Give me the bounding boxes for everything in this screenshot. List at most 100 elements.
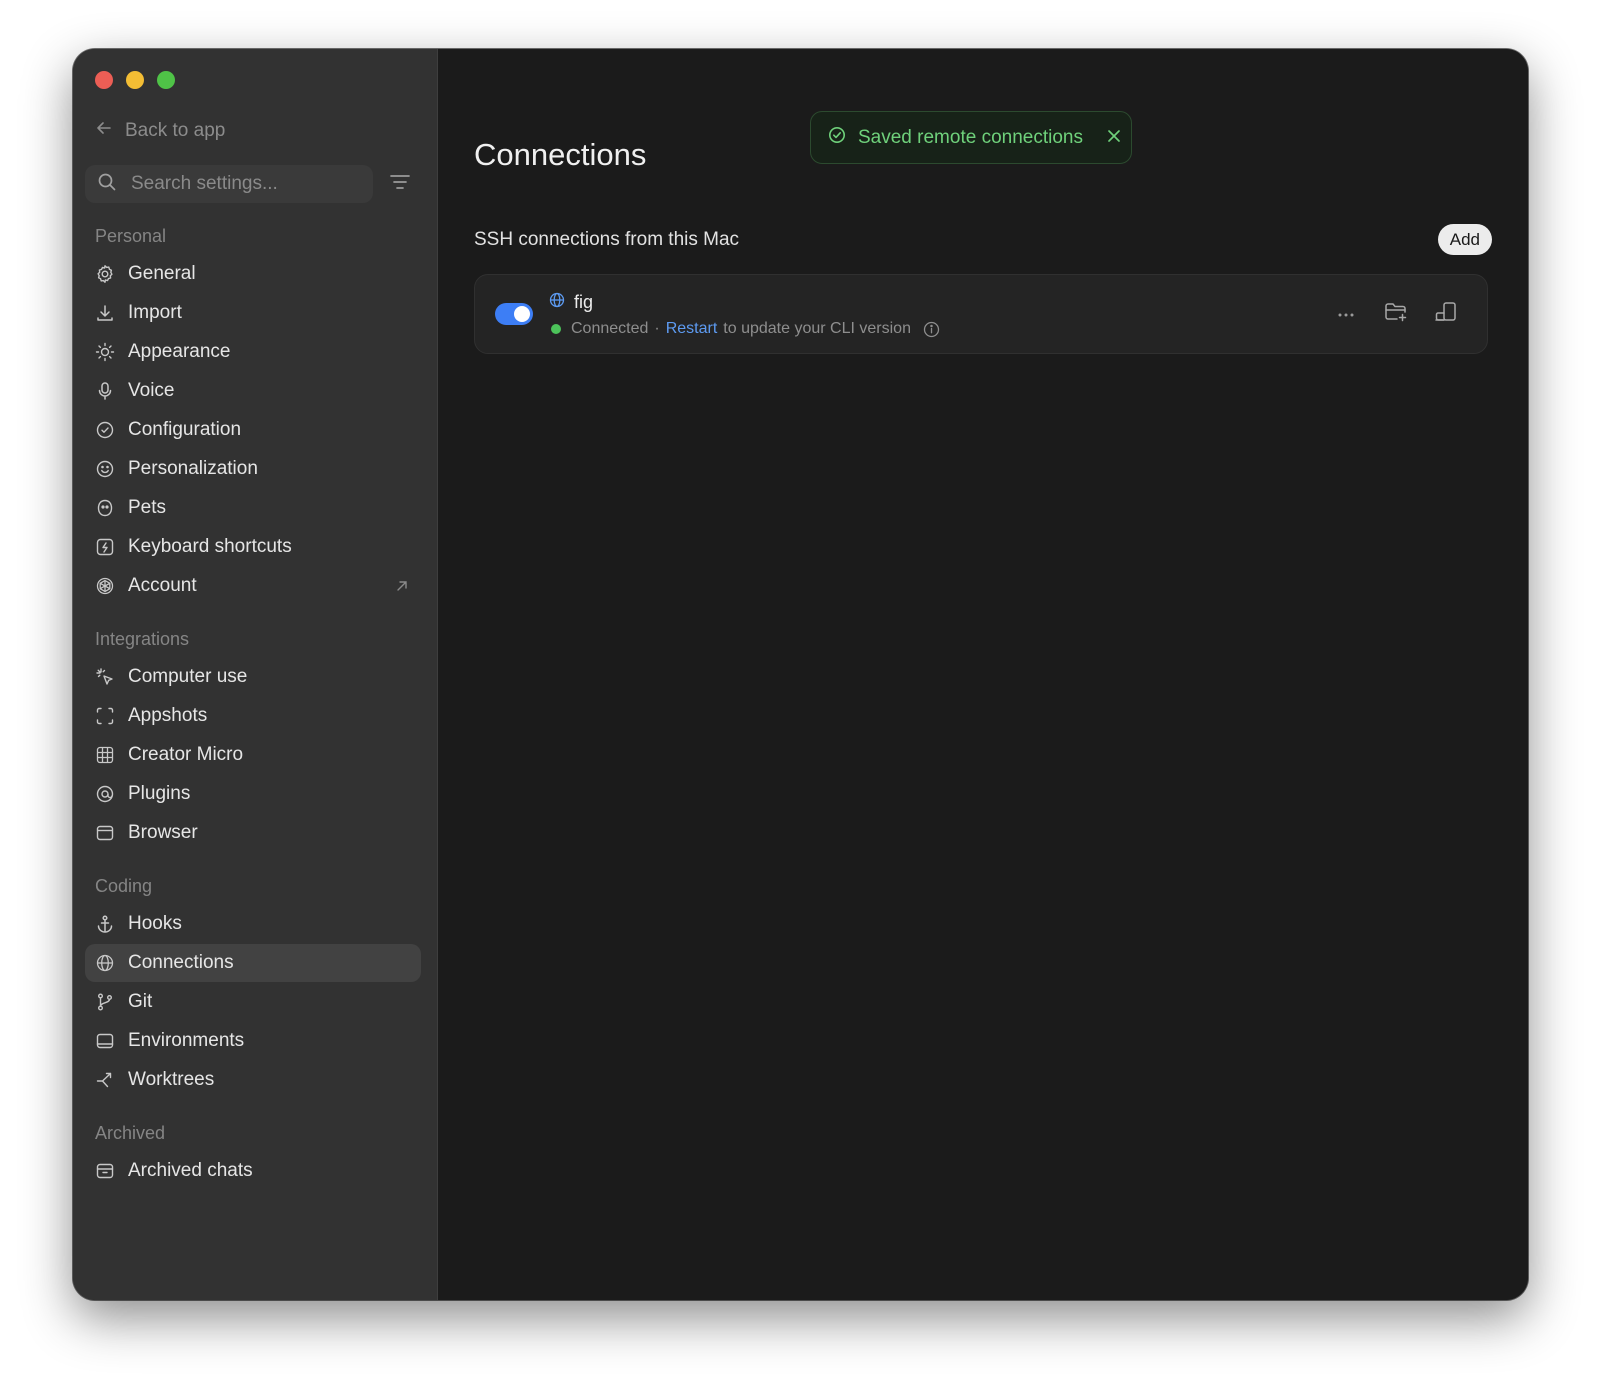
- section-title-coding: Coding: [95, 876, 153, 896]
- sidebar-item-label: Computer use: [128, 666, 248, 687]
- sidebar-item-label: Configuration: [128, 419, 242, 440]
- pet-icon: [95, 498, 115, 518]
- window-controls: [95, 71, 175, 89]
- grid-icon: [95, 745, 115, 765]
- sidebar-item-archived-chats[interactable]: Archived chats: [85, 1152, 421, 1190]
- toast-close-button[interactable]: [1107, 127, 1121, 149]
- sidebar-item-label: Voice: [128, 380, 175, 401]
- sidebar: Back to app Personal General Import Appeara…: [73, 49, 438, 1300]
- connection-status: Connected: [571, 320, 649, 337]
- add-folder-button[interactable]: [1383, 301, 1409, 327]
- connection-toggle[interactable]: [495, 303, 533, 325]
- sidebar-item-appearance[interactable]: Appearance: [85, 333, 421, 371]
- sidebar-item-label: Worktrees: [128, 1069, 215, 1090]
- sidebar-item-label: Connections: [128, 952, 234, 973]
- filter-icon: [389, 173, 411, 196]
- restart-suffix: to update your CLI version: [723, 320, 911, 337]
- sidebar-item-git[interactable]: Git: [85, 983, 421, 1021]
- filter-button[interactable]: [387, 171, 413, 197]
- more-horizontal-icon: [1336, 305, 1356, 323]
- restart-link[interactable]: Restart: [666, 320, 718, 338]
- archive-icon: [95, 1161, 115, 1181]
- sidebar-item-appshots[interactable]: Appshots: [85, 697, 421, 735]
- sidebar-item-label: Appearance: [128, 341, 231, 362]
- ssh-section-heading: SSH connections from this Mac: [474, 229, 740, 250]
- sidebar-item-hooks[interactable]: Hooks: [85, 905, 421, 943]
- status-separator: ·: [654, 320, 660, 337]
- worktree-icon: [95, 1070, 115, 1090]
- more-options-button[interactable]: [1333, 301, 1359, 327]
- sidebar-item-label: Environments: [128, 1030, 245, 1051]
- sidebar-item-environments[interactable]: Environments: [85, 1022, 421, 1060]
- account-icon: [95, 576, 115, 596]
- close-icon: [1107, 127, 1121, 149]
- external-link-icon: [395, 577, 409, 599]
- status-dot: [551, 324, 561, 334]
- browser-icon: [95, 823, 115, 843]
- keyboard-icon: [95, 537, 115, 557]
- open-panel-button[interactable]: [1433, 301, 1459, 327]
- info-icon[interactable]: [923, 321, 940, 338]
- sidebar-item-pets[interactable]: Pets: [85, 489, 421, 527]
- cursor-sparkle-icon: [95, 667, 115, 687]
- sidebar-item-label: Account: [128, 575, 197, 596]
- sidebar-item-label: Personalization: [128, 458, 258, 479]
- sidebar-item-worktrees[interactable]: Worktrees: [85, 1061, 421, 1099]
- back-to-app-link[interactable]: Back to app: [95, 119, 225, 143]
- search-input[interactable]: [129, 172, 353, 196]
- download-icon: [95, 303, 115, 323]
- plugin-icon: [95, 784, 115, 804]
- panel-device-icon: [1434, 301, 1458, 328]
- shield-icon: [95, 420, 115, 440]
- sidebar-item-label: Hooks: [128, 913, 182, 934]
- sidebar-item-browser[interactable]: Browser: [85, 814, 421, 852]
- smile-icon: [95, 459, 115, 479]
- sidebar-item-creator-micro[interactable]: Creator Micro: [85, 736, 421, 774]
- sun-icon: [95, 342, 115, 362]
- sidebar-item-general[interactable]: General: [85, 255, 421, 293]
- toast-message: Saved remote connections: [858, 126, 1083, 148]
- screenshot-icon: [95, 706, 115, 726]
- sidebar-item-label: General: [128, 263, 196, 284]
- sidebar-item-voice[interactable]: Voice: [85, 372, 421, 410]
- sidebar-item-keyboard-shortcuts[interactable]: Keyboard shortcuts: [85, 528, 421, 566]
- sidebar-item-label: Import: [128, 302, 182, 323]
- sidebar-item-label: Creator Micro: [128, 744, 244, 765]
- search-box: [85, 165, 373, 203]
- success-toast: Saved remote connections: [810, 111, 1132, 164]
- sidebar-item-label: Appshots: [128, 705, 208, 726]
- sidebar-item-label: Keyboard shortcuts: [128, 536, 292, 557]
- sidebar-item-connections[interactable]: Connections: [85, 944, 421, 982]
- connection-card: fig Connected · Restart to update your C…: [474, 274, 1488, 354]
- connection-name: fig: [574, 292, 594, 312]
- folder-plus-icon: [1384, 301, 1408, 328]
- section-title-personal: Personal: [95, 226, 167, 246]
- close-window-button[interactable]: [95, 71, 113, 89]
- main-panel: Connections Saved remote connections SSH…: [438, 49, 1528, 1300]
- arrow-left-icon: [95, 119, 113, 143]
- connection-actions: [1333, 301, 1459, 327]
- page-title: Connections: [474, 137, 647, 172]
- sidebar-item-personalization[interactable]: Personalization: [85, 450, 421, 488]
- monitor-icon: [95, 1031, 115, 1051]
- connection-name-row: fig: [549, 292, 593, 313]
- section-title-integrations: Integrations: [95, 629, 190, 649]
- sidebar-item-label: Pets: [128, 497, 167, 518]
- toggle-knob: [514, 306, 530, 322]
- minimize-window-button[interactable]: [126, 71, 144, 89]
- sidebar-item-computer-use[interactable]: Computer use: [85, 658, 421, 696]
- sidebar-item-import[interactable]: Import: [85, 294, 421, 332]
- sidebar-item-configuration[interactable]: Configuration: [85, 411, 421, 449]
- microphone-icon: [95, 381, 115, 401]
- sidebar-item-plugins[interactable]: Plugins: [85, 775, 421, 813]
- git-branch-icon: [95, 992, 115, 1012]
- gear-icon: [95, 264, 115, 284]
- search-icon: [97, 172, 117, 197]
- settings-window: Back to app Personal General Import Appeara…: [73, 49, 1528, 1300]
- sidebar-item-account[interactable]: Account: [85, 567, 421, 605]
- sidebar-item-label: Archived chats: [128, 1160, 253, 1181]
- add-connection-button[interactable]: Add: [1437, 224, 1492, 255]
- maximize-window-button[interactable]: [157, 71, 175, 89]
